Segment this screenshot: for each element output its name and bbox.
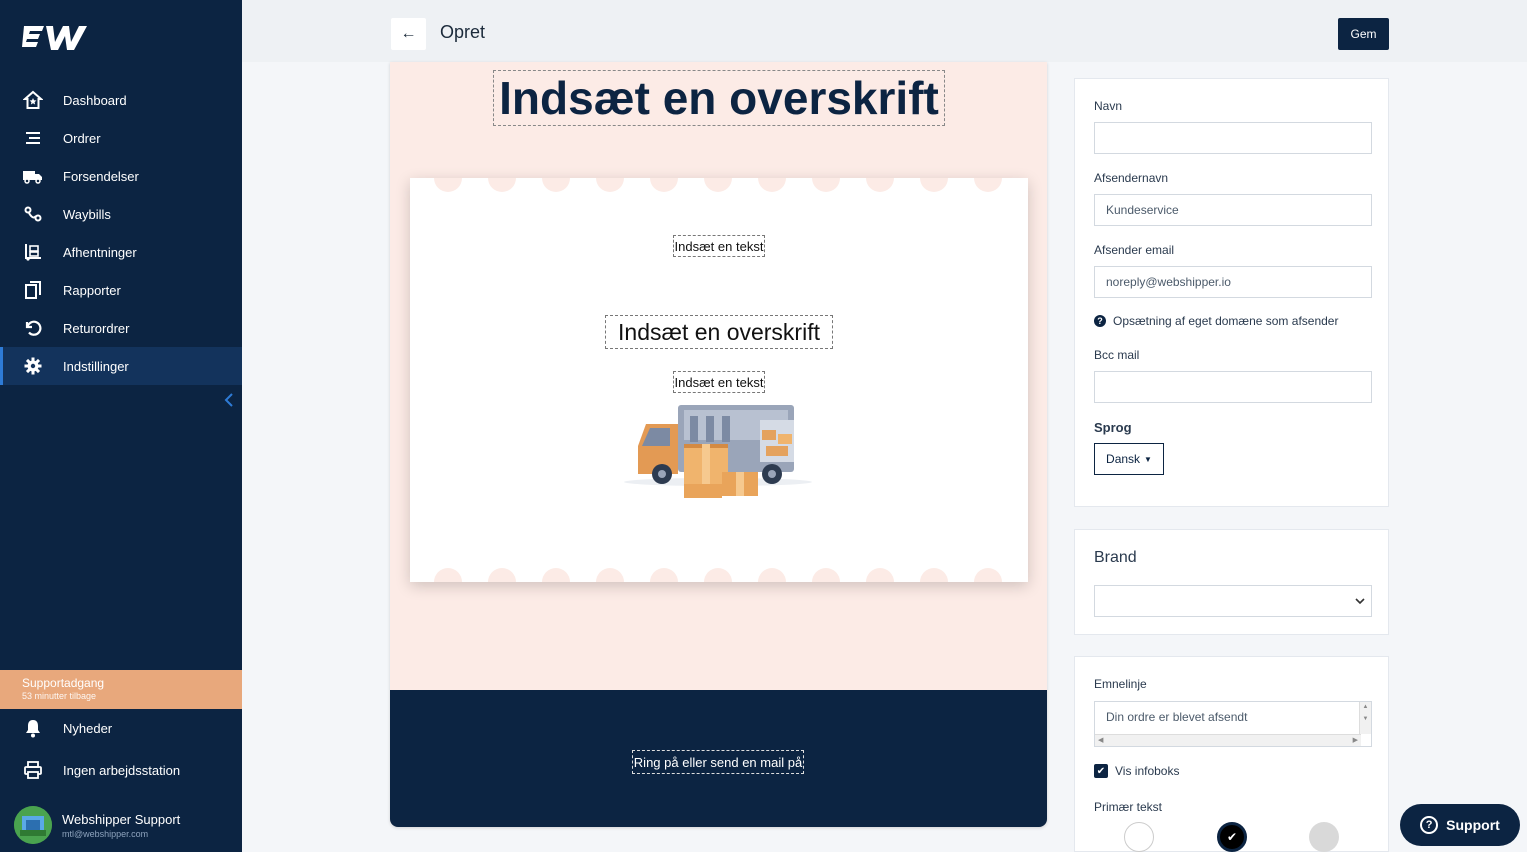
- delivery-truck-illustration: [624, 405, 812, 498]
- sidebar-nav: Dashboard Ordrer Forsendelser Waybills A…: [0, 81, 242, 385]
- avatar: [14, 806, 52, 844]
- user-name: Webshipper Support: [62, 811, 181, 827]
- check-icon: ✔: [1226, 830, 1238, 844]
- name-label: Navn: [1094, 99, 1123, 113]
- support-access-title: Supportadgang: [22, 676, 105, 690]
- text-placeholder-1[interactable]: Indsæt en tekst: [673, 235, 765, 257]
- subject-label: Emnelinje: [1094, 677, 1147, 691]
- support-label: Support: [1446, 817, 1500, 833]
- sidebar-item-label: Dashboard: [63, 92, 127, 108]
- sidebar-item-waybills[interactable]: Waybills: [0, 195, 242, 233]
- sidebar-item-indstillinger[interactable]: Indstillinger: [0, 347, 242, 385]
- printer-icon: [22, 759, 44, 781]
- sidebar-item-label: Ordrer: [63, 130, 101, 146]
- sender-email-label: Afsender email: [1094, 243, 1175, 257]
- sidebar-item-returordrer[interactable]: Returordrer: [0, 309, 242, 347]
- gear-icon: [22, 355, 44, 377]
- workstation-label: Ingen arbejdsstation: [63, 762, 181, 778]
- color-swatch-gray[interactable]: [1309, 822, 1339, 852]
- user-profile[interactable]: Webshipper Support mtl@webshipper.com: [14, 806, 180, 844]
- domain-help-link[interactable]: ? Opsætning af eget domæne som afsender: [1094, 314, 1338, 328]
- footer-text-placeholder[interactable]: Ring på eller send en mail på: [632, 750, 804, 774]
- support-access-banner[interactable]: Supportadgang 53 minutter tilbage: [0, 670, 242, 709]
- copy-icon: [22, 279, 44, 301]
- check-icon: ✔: [1096, 765, 1106, 777]
- name-input[interactable]: [1094, 122, 1372, 154]
- email-preview: Indsæt en overskrift Indsæt en tekst Ind…: [390, 62, 1047, 827]
- email-footer: Ring på eller send en mail på: [390, 690, 1047, 827]
- infobox-checkbox[interactable]: ✔: [1094, 764, 1108, 778]
- sidebar-item-label: Returordrer: [63, 320, 130, 336]
- domain-help-text: Opsætning af eget domæne som afsender: [1113, 314, 1339, 328]
- subject-card: Emnelinje Din ordre er blevet afsendt ▲ …: [1074, 656, 1389, 852]
- sender-settings-card: Navn Afsendernavn Kundeservice Afsender …: [1074, 78, 1389, 507]
- bcc-label: Bcc mail: [1094, 348, 1140, 362]
- sidebar-item-dashboard[interactable]: Dashboard: [0, 81, 242, 119]
- top-bar: ← Opret Gem: [242, 0, 1527, 62]
- sidebar-item-ordrer[interactable]: Ordrer: [0, 119, 242, 157]
- heading-placeholder-2[interactable]: Indsæt en overskrift: [605, 315, 833, 349]
- home-icon: [22, 89, 44, 111]
- question-circle-icon: ?: [1094, 315, 1106, 327]
- language-label: Sprog: [1094, 420, 1132, 435]
- color-swatch-black[interactable]: ✔: [1217, 822, 1247, 852]
- main-heading-placeholder[interactable]: Indsæt en overskrift: [493, 70, 945, 126]
- vertical-scrollbar[interactable]: ▲ ▼: [1359, 702, 1371, 734]
- sidebar-item-label: Rapporter: [63, 282, 121, 298]
- question-circle-icon: ?: [1420, 816, 1439, 834]
- news-label: Nyheder: [63, 720, 113, 736]
- brand-title: Brand: [1094, 549, 1137, 566]
- sidebar: Dashboard Ordrer Forsendelser Waybills A…: [0, 0, 242, 852]
- caret-down-icon: ▼: [1144, 454, 1152, 464]
- sidebar-item-afhentninger[interactable]: Afhentninger: [0, 233, 242, 271]
- text-placeholder-2[interactable]: Indsæt en tekst: [673, 371, 765, 393]
- list-icon: [22, 127, 44, 149]
- support-button[interactable]: ? Support: [1400, 804, 1520, 846]
- news-link[interactable]: Nyheder: [0, 710, 242, 746]
- subject-textarea[interactable]: Din ordre er blevet afsendt ▲ ▼ ◀ ▶: [1094, 701, 1372, 747]
- collapse-sidebar-icon[interactable]: [224, 392, 238, 410]
- brand-select[interactable]: [1094, 585, 1372, 617]
- scallop-bottom: [410, 568, 1028, 582]
- webshipper-logo[interactable]: [22, 20, 98, 56]
- chevron-down-icon: [1355, 598, 1365, 605]
- user-email: mtl@webshipper.com: [62, 828, 149, 839]
- scallop-top: [410, 178, 1028, 192]
- sidebar-item-rapporter[interactable]: Rapporter: [0, 271, 242, 309]
- page-title: Opret: [440, 22, 486, 42]
- brand-card: Brand: [1074, 529, 1389, 635]
- undo-icon: [22, 317, 44, 339]
- sender-email-input[interactable]: noreply@webshipper.io: [1094, 266, 1372, 298]
- infobox-label: Vis infoboks: [1115, 764, 1180, 778]
- support-access-time: 53 minutter tilbage: [22, 691, 97, 701]
- sidebar-item-label: Waybills: [63, 206, 111, 222]
- horizontal-scrollbar[interactable]: ◀ ▶: [1095, 734, 1361, 746]
- back-button[interactable]: ←: [391, 18, 426, 50]
- truck-icon: [22, 165, 44, 187]
- sidebar-item-label: Forsendelser: [63, 168, 139, 184]
- dolly-icon: [22, 241, 44, 263]
- bcc-input[interactable]: [1094, 371, 1372, 403]
- save-button[interactable]: Gem: [1338, 18, 1389, 50]
- workstation-link[interactable]: Ingen arbejdsstation: [0, 752, 242, 788]
- sidebar-item-forsendelser[interactable]: Forsendelser: [0, 157, 242, 195]
- bell-icon: [22, 717, 44, 739]
- sender-name-label: Afsendernavn: [1094, 171, 1169, 185]
- language-dropdown[interactable]: Dansk ▼: [1094, 443, 1164, 475]
- primary-text-label: Primær tekst: [1094, 800, 1163, 814]
- sender-name-input[interactable]: Kundeservice: [1094, 194, 1372, 226]
- route-icon: [22, 203, 44, 225]
- language-value: Dansk: [1106, 452, 1141, 466]
- sidebar-item-label: Afhentninger: [63, 244, 137, 260]
- color-swatch-white[interactable]: [1124, 822, 1154, 852]
- subject-value: Din ordre er blevet afsendt: [1106, 710, 1248, 724]
- sidebar-item-label: Indstillinger: [63, 358, 129, 374]
